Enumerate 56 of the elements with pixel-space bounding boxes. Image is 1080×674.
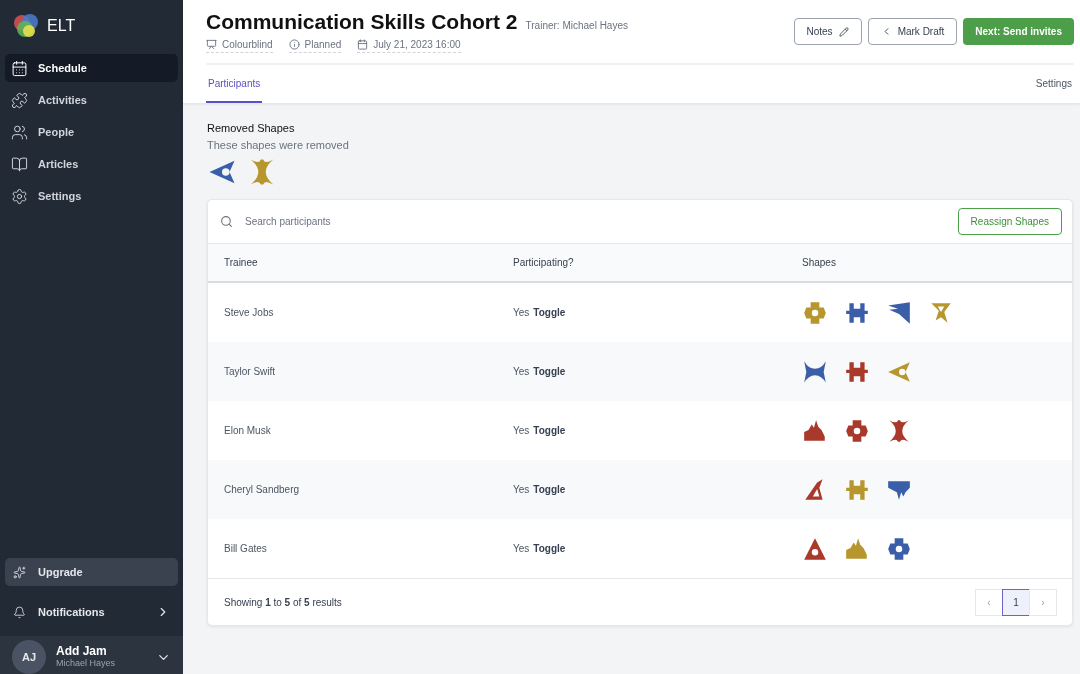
participating-status: Yes <box>513 366 530 377</box>
participating-status: Yes <box>513 543 530 554</box>
reassign-shapes-button[interactable]: Reassign Shapes <box>957 208 1062 235</box>
nav-item[interactable]: Schedule <box>5 54 178 82</box>
tab[interactable]: Settings <box>1033 65 1074 103</box>
page-button[interactable]: 1 <box>1002 589 1030 616</box>
participating-status: Yes <box>513 425 530 436</box>
meta-tag: Colourblind <box>206 39 273 53</box>
brand-name: ELT <box>47 17 76 35</box>
info-icon <box>288 39 300 50</box>
user-name: Add Jam <box>56 645 108 659</box>
nav-item[interactable]: People <box>5 118 178 146</box>
section-title: Removed Shapes <box>207 122 296 134</box>
tab[interactable]: Participants <box>206 65 263 103</box>
toggle-link[interactable]: Toggle <box>533 366 566 377</box>
page-title: Communication Skills Cohort 2 <box>206 10 518 34</box>
toggle-link[interactable]: Toggle <box>533 307 566 318</box>
trainee-name: Cheryl Sandberg <box>224 484 301 495</box>
logo-icon <box>13 13 39 39</box>
user-subtitle: Michael Hayes <box>56 658 117 669</box>
meta-tag: July 21, 2023 16:00 <box>357 39 461 53</box>
participating-status: Yes <box>513 484 530 495</box>
people-icon <box>11 123 28 141</box>
calendar-icon <box>357 39 369 50</box>
column-header: Trainee <box>224 257 259 268</box>
meta-tag: Planned <box>288 39 342 53</box>
puzzle-icon <box>11 91 28 109</box>
section-subtitle: These shapes were removed <box>207 139 350 151</box>
notes-button[interactable]: Notes <box>793 18 862 45</box>
column-header: Participating? <box>513 257 575 268</box>
toggle-link[interactable]: Toggle <box>533 543 566 554</box>
search-icon <box>220 215 233 228</box>
mark-draft-button[interactable]: Mark Draft <box>867 18 958 45</box>
notifications-link[interactable]: Notifications <box>38 606 144 618</box>
trainee-name: Bill Gates <box>224 543 268 554</box>
trainee-name: Elon Musk <box>224 425 272 436</box>
nav-item[interactable]: Settings <box>5 182 178 210</box>
trainee-name: Taylor Swift <box>224 366 277 377</box>
sparkles-icon <box>13 565 26 579</box>
upgrade-button[interactable]: Upgrade <box>5 558 178 586</box>
column-header: Shapes <box>802 257 837 268</box>
results-summary: Showing 1 to 5 of 5 results <box>224 597 342 608</box>
trainer-label: Trainer: Michael Hayes <box>525 20 628 31</box>
pencil-icon <box>838 26 849 37</box>
user-avatar: AJ <box>12 640 46 674</box>
nav-item[interactable]: Activities <box>5 86 178 114</box>
toggle-link[interactable]: Toggle <box>533 484 566 495</box>
bell-icon <box>13 605 26 619</box>
book-icon <box>11 155 28 173</box>
trainee-name: Steve Jobs <box>224 307 275 318</box>
board-icon <box>206 39 217 50</box>
calendar-icon <box>11 59 28 77</box>
nav-item[interactable]: Articles <box>5 150 178 178</box>
toggle-link[interactable]: Toggle <box>533 425 566 436</box>
settings-icon <box>11 187 28 205</box>
participating-status: Yes <box>513 307 530 318</box>
